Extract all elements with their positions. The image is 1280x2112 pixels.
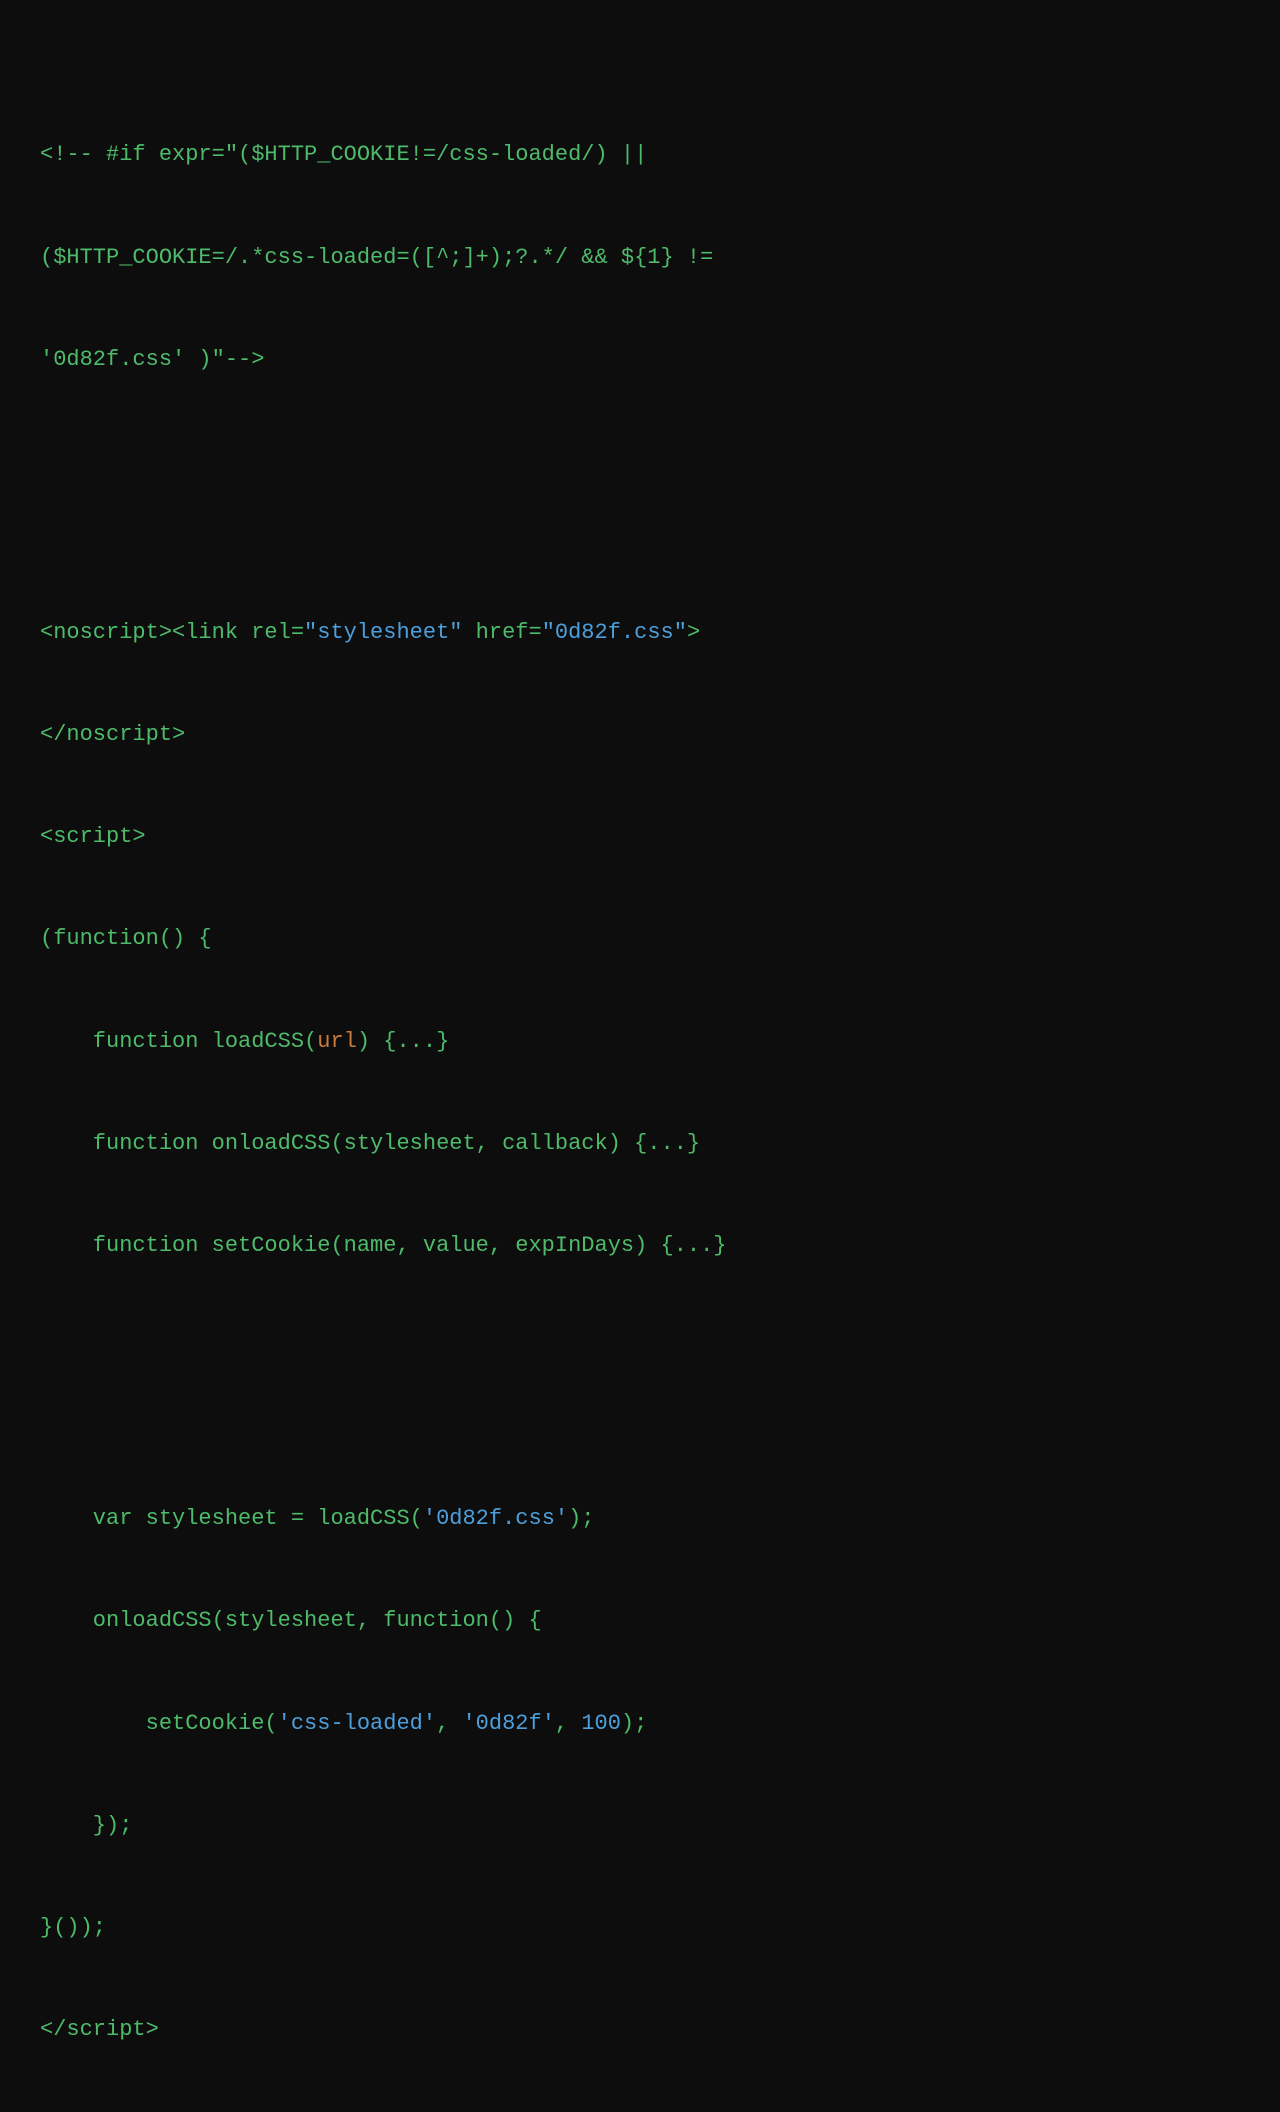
line-comment-if: <!-- #if expr="($HTTP_COOKIE!=/css-loade… <box>40 138 1240 172</box>
line-comment-if2: ($HTTP_COOKIE=/.*css-loaded=([^;]+);?.*/… <box>40 241 1240 275</box>
line-comment-if3: '0d82f.css' )"--> <box>40 343 1240 377</box>
line-onloadcss-close: }); <box>40 1809 1240 1843</box>
line-script-close: </script> <box>40 2013 1240 2047</box>
line-onloadcss: function onloadCSS(stylesheet, callback)… <box>40 1127 1240 1161</box>
line-setcookie-call: setCookie('css-loaded', '0d82f', 100); <box>40 1707 1240 1741</box>
line-setcookie: function setCookie(name, value, expInDay… <box>40 1229 1240 1263</box>
line-iife-open: (function() { <box>40 922 1240 956</box>
line-onloadcss-call: onloadCSS(stylesheet, function() { <box>40 1604 1240 1638</box>
line-blank2 <box>40 1366 1240 1400</box>
line-var-stylesheet: var stylesheet = loadCSS('0d82f.css'); <box>40 1502 1240 1536</box>
line-noscript-close: </noscript> <box>40 718 1240 752</box>
code-viewer: <!-- #if expr="($HTTP_COOKIE!=/css-loade… <box>40 36 1240 2112</box>
line-noscript-open: <noscript><link rel="stylesheet" href="0… <box>40 616 1240 650</box>
line-loadcss: function loadCSS(url) {...} <box>40 1025 1240 1059</box>
line-script-open: <script> <box>40 820 1240 854</box>
line-iife-close: }()); <box>40 1911 1240 1945</box>
line-blank1 <box>40 479 1240 513</box>
